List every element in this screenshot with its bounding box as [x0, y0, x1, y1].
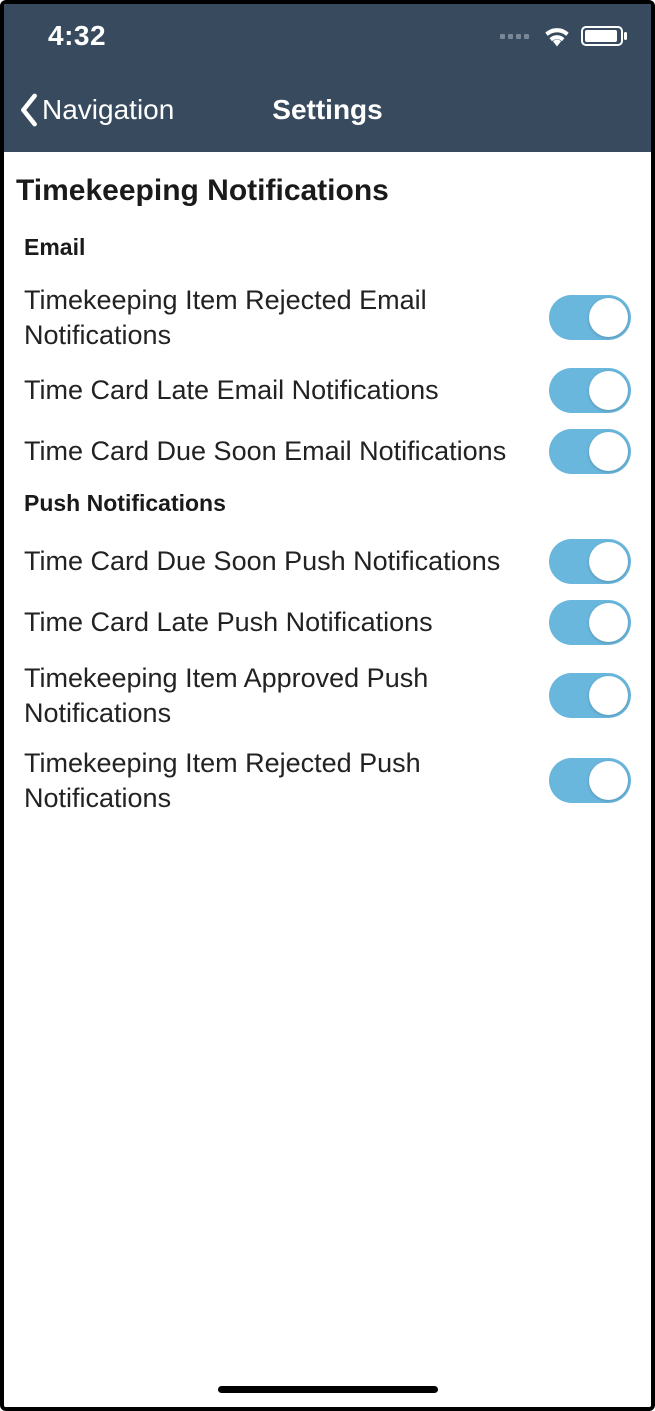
toggle-push-item-rejected[interactable]: [549, 758, 631, 803]
device-frame: 4:32 Navigation Settings Timekeeping: [0, 0, 655, 1411]
back-label: Navigation: [42, 94, 174, 126]
cellular-signal-icon: [500, 34, 529, 39]
wifi-icon: [543, 25, 571, 47]
battery-icon: [581, 26, 623, 46]
chevron-left-icon: [18, 93, 40, 127]
toggle-push-time-card-due-soon[interactable]: [549, 539, 631, 584]
status-icons: [500, 25, 623, 47]
content-area: Timekeeping Notifications Email Timekeep…: [4, 152, 651, 1407]
navigation-bar: Navigation Settings: [4, 68, 651, 152]
toggle-email-time-card-due-soon[interactable]: [549, 429, 631, 474]
setting-label: Time Card Late Email Notifications: [24, 373, 533, 408]
toggle-email-item-rejected[interactable]: [549, 295, 631, 340]
toggle-email-time-card-late[interactable]: [549, 368, 631, 413]
setting-row: Timekeeping Item Approved Push Notificat…: [4, 653, 651, 738]
status-bar: 4:32: [4, 4, 651, 68]
page-title: Timekeeping Notifications: [4, 166, 651, 226]
toggle-push-time-card-late[interactable]: [549, 600, 631, 645]
setting-row: Time Card Due Soon Email Notifications: [4, 421, 651, 482]
setting-label: Time Card Due Soon Push Notifications: [24, 544, 533, 579]
section-header-push: Push Notifications: [4, 482, 651, 531]
setting-label: Time Card Late Push Notifications: [24, 605, 533, 640]
home-indicator[interactable]: [218, 1386, 438, 1393]
setting-label: Timekeeping Item Approved Push Notificat…: [24, 661, 533, 730]
setting-label: Timekeeping Item Rejected Email Notifica…: [24, 283, 533, 352]
setting-row: Timekeeping Item Rejected Email Notifica…: [4, 275, 651, 360]
back-button[interactable]: Navigation: [18, 93, 174, 127]
setting-label: Timekeeping Item Rejected Push Notificat…: [24, 746, 533, 815]
setting-row: Timekeeping Item Rejected Push Notificat…: [4, 738, 651, 823]
setting-row: Time Card Late Email Notifications: [4, 360, 651, 421]
setting-row: Time Card Late Push Notifications: [4, 592, 651, 653]
setting-row: Time Card Due Soon Push Notifications: [4, 531, 651, 592]
toggle-push-item-approved[interactable]: [549, 673, 631, 718]
section-header-email: Email: [4, 226, 651, 275]
setting-label: Time Card Due Soon Email Notifications: [24, 434, 533, 469]
status-time: 4:32: [48, 20, 106, 52]
